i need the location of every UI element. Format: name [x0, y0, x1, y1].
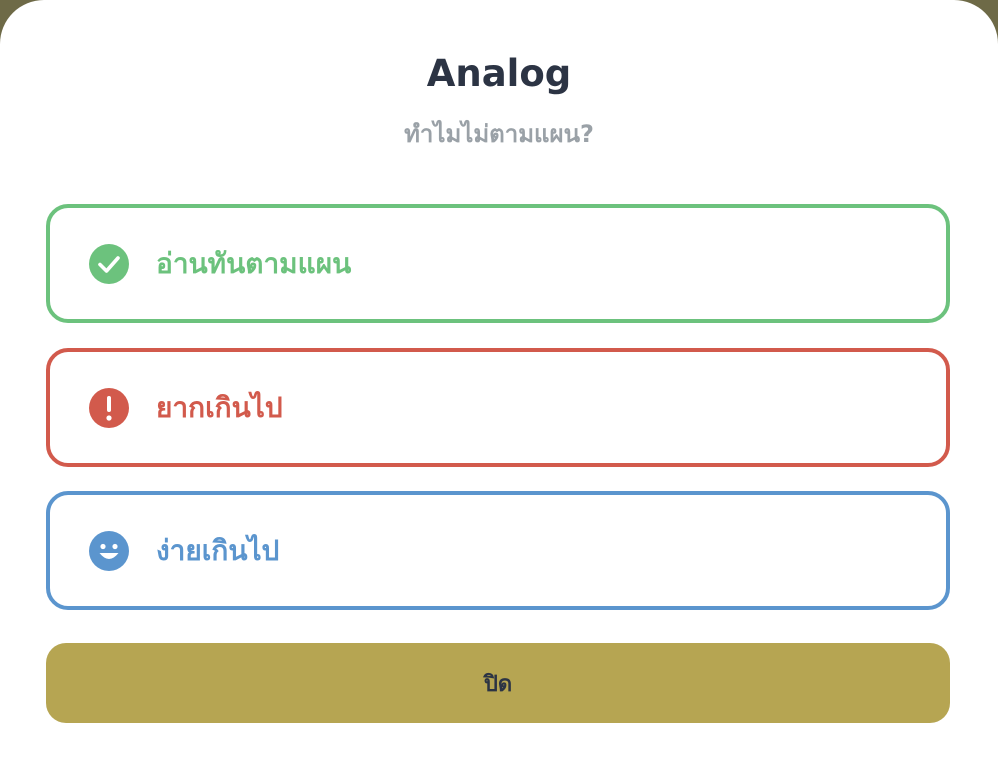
modal-sheet: Analog ทำไมไม่ตามแผน? อ่านทันตามแผน ยากเ… — [0, 0, 998, 769]
close-button-label: ปิด — [483, 671, 513, 697]
option-on-track-label: อ่านทันตามแผน — [156, 246, 352, 280]
dialog-title: Analog — [426, 52, 572, 95]
option-too-easy-button[interactable]: ง่ายเกินไป — [46, 491, 950, 610]
option-on-track-button[interactable]: อ่านทันตามแผน — [46, 204, 950, 323]
smile-icon — [89, 530, 129, 571]
option-too-easy-label: ง่ายเกินไป — [156, 533, 280, 567]
dialog-subtitle: ทำไมไม่ตามแผน? — [404, 120, 594, 148]
option-too-hard-label: ยากเกินไป — [156, 390, 283, 424]
check-circle-icon — [89, 243, 129, 284]
option-too-hard-button[interactable]: ยากเกินไป — [46, 348, 950, 467]
close-button[interactable]: ปิด — [46, 643, 950, 723]
exclamation-circle-icon — [89, 387, 129, 428]
